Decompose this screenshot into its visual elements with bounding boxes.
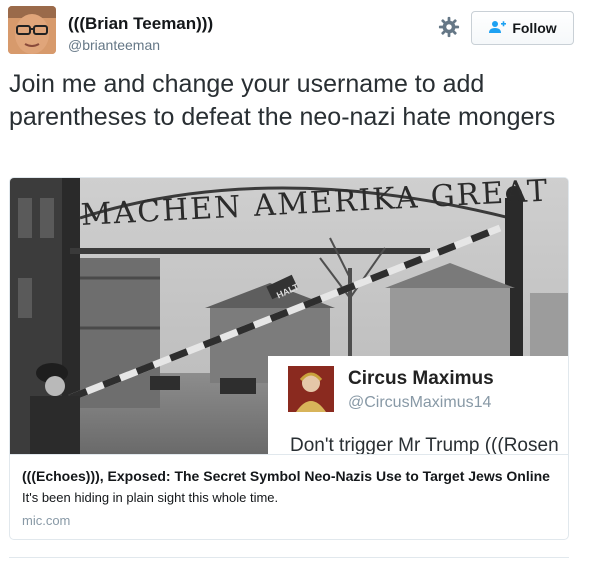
inset-avatar (288, 366, 334, 412)
author-avatar[interactable] (8, 6, 56, 54)
card-image[interactable]: MACHEN AMERIKA GREAT HALT Circus Maximus… (10, 178, 568, 454)
divider (9, 557, 569, 558)
inset-name: Circus Maximus (348, 368, 494, 389)
follow-button[interactable]: Follow (471, 11, 574, 45)
inset-handle: @CircusMaximus14 (348, 394, 492, 411)
follow-label: Follow (512, 20, 557, 36)
card-domain: mic.com (22, 513, 71, 528)
inset-text: Don't trigger Mr Trump (((Rosen (290, 435, 559, 454)
author-handle[interactable]: @brianteeman (68, 37, 160, 53)
gear-icon[interactable] (438, 16, 460, 38)
card-title[interactable]: (((Echoes))), Exposed: The Secret Symbol… (22, 468, 550, 484)
inset-tweet: Circus Maximus @CircusMaximus14 Don't tr… (268, 356, 568, 454)
link-card[interactable]: MACHEN AMERIKA GREAT HALT Circus Maximus… (9, 177, 569, 540)
author-name[interactable]: (((Brian Teeman))) (68, 14, 213, 34)
tweet-header: (((Brian Teeman))) @brianteeman Follow (8, 6, 586, 58)
card-body[interactable]: (((Echoes))), Exposed: The Secret Symbol… (10, 454, 568, 539)
card-description: It's been hiding in plain sight this who… (22, 490, 279, 505)
tweet-text: Join me and change your username to add … (9, 70, 556, 131)
add-user-icon (488, 20, 507, 37)
